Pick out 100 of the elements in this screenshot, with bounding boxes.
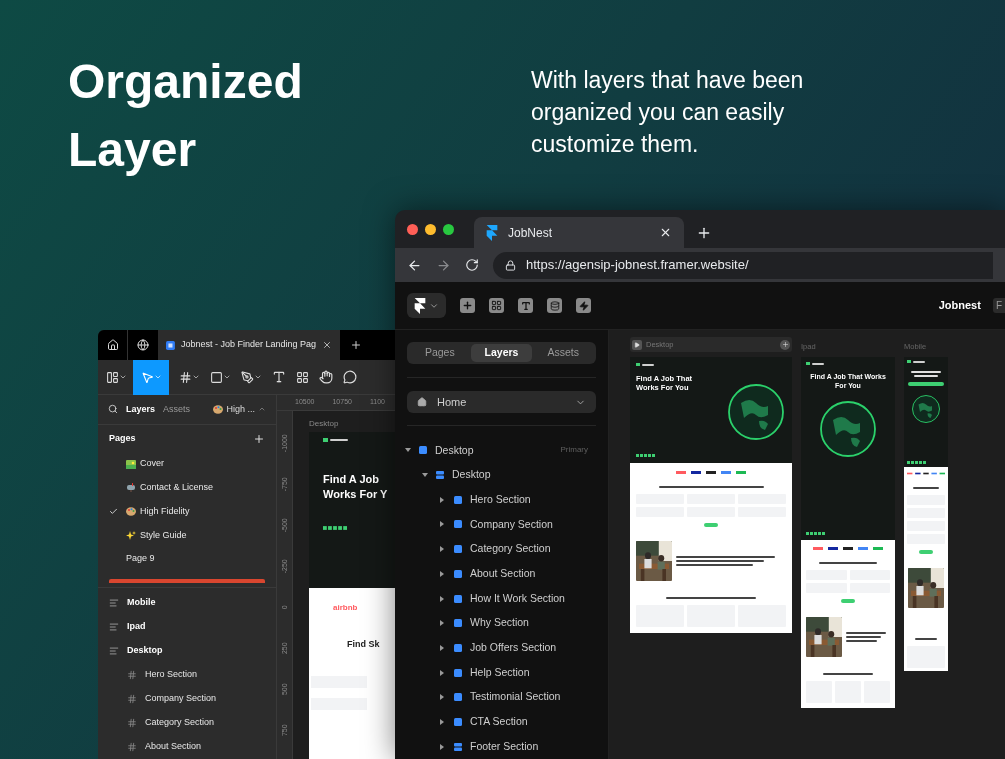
caret-right-icon[interactable] xyxy=(440,718,446,725)
insert-icon[interactable] xyxy=(460,298,475,313)
file-tab[interactable]: Jobnest - Job Finder Landing Pag xyxy=(158,330,340,360)
panel-tab[interactable]: Assets xyxy=(163,402,191,417)
move-tool-button[interactable] xyxy=(133,359,169,395)
page-item[interactable]: Cover xyxy=(98,452,276,477)
layer-row[interactable]: Footer Section xyxy=(395,734,608,759)
framer-logo-icon xyxy=(414,297,426,314)
layer-row[interactable]: Company Section xyxy=(98,687,276,711)
caret-down-icon[interactable] xyxy=(422,473,428,478)
layer-row[interactable]: Why Section xyxy=(395,610,608,636)
caret-right-icon[interactable] xyxy=(440,521,446,528)
page-item[interactable]: Page 9 xyxy=(98,547,276,572)
text-icon[interactable] xyxy=(518,298,533,313)
layer-row[interactable]: Job Offers Section xyxy=(395,635,608,661)
layer-row[interactable]: Category Section xyxy=(98,711,276,735)
layer-row[interactable]: Desktop xyxy=(395,462,608,488)
add-breakpoint-icon[interactable] xyxy=(780,339,790,350)
layer-row[interactable]: Ipad xyxy=(98,615,276,639)
maximize-window-button[interactable] xyxy=(443,223,454,235)
caret-right-icon[interactable] xyxy=(440,570,446,577)
page-item[interactable]: High Fidelity xyxy=(98,499,276,524)
file-icon xyxy=(166,339,175,351)
layer-row[interactable]: Hero Section xyxy=(98,663,276,687)
frame-tool-button[interactable] xyxy=(179,370,200,384)
caret-right-icon[interactable] xyxy=(440,546,446,553)
reload-icon[interactable] xyxy=(465,258,479,272)
close-icon[interactable] xyxy=(322,340,332,350)
database-icon[interactable] xyxy=(547,298,562,313)
layer-row[interactable]: Desktop xyxy=(98,639,276,663)
caret-right-icon[interactable] xyxy=(440,496,446,503)
frame-icon xyxy=(127,694,137,704)
layer-row[interactable]: How It Work Section xyxy=(395,586,608,611)
text-line xyxy=(914,375,938,377)
page-select[interactable]: Home xyxy=(407,391,596,414)
layer-name: About Section xyxy=(145,740,202,754)
text-line xyxy=(818,562,878,564)
components-icon[interactable] xyxy=(296,370,309,384)
layer-row[interactable]: Category Section xyxy=(395,536,608,562)
layout-icon[interactable] xyxy=(489,298,504,313)
address-bar[interactable]: https://agensip-jobnest.framer.website/ xyxy=(493,251,993,279)
back-icon[interactable] xyxy=(407,257,422,273)
lightning-icon[interactable] xyxy=(576,298,591,313)
framer-menu-button[interactable] xyxy=(407,293,446,318)
search-icon[interactable] xyxy=(108,404,118,415)
layer-row[interactable]: About Section xyxy=(395,561,608,587)
layer-row[interactable]: Desktop Primary xyxy=(395,438,608,463)
stack-icon xyxy=(436,471,444,480)
close-icon[interactable] xyxy=(659,226,672,239)
layer-row[interactable]: Mobile xyxy=(98,591,276,615)
play-icon[interactable] xyxy=(632,339,642,350)
plus-icon[interactable] xyxy=(253,432,265,445)
frame-icon xyxy=(454,545,462,554)
browser-tab[interactable]: JobNest xyxy=(474,217,684,248)
layer-row[interactable]: Help Section xyxy=(395,660,608,685)
frame-icon xyxy=(454,668,462,677)
layer-row[interactable]: Testimonial Section xyxy=(395,684,608,710)
text-tool-icon[interactable] xyxy=(272,370,286,384)
caret-right-icon[interactable] xyxy=(440,743,446,750)
panel-tab[interactable]: Layers xyxy=(126,402,156,417)
layer-row[interactable]: Company Section xyxy=(395,512,608,537)
hand-tool-icon[interactable] xyxy=(319,370,333,384)
text-line xyxy=(846,640,877,642)
url-text: https://agensip-jobnest.framer.website/ xyxy=(526,256,749,275)
frame-icon xyxy=(454,717,462,726)
frame-icon xyxy=(179,370,192,384)
rating-stars-drawing xyxy=(636,454,655,457)
panel-tab[interactable]: Layers xyxy=(470,344,533,363)
text-line xyxy=(914,638,938,640)
caret-right-icon[interactable] xyxy=(440,669,446,676)
page-selector[interactable]: High ... xyxy=(213,402,266,417)
shape-tool-button[interactable] xyxy=(210,370,231,384)
logo-icon xyxy=(323,438,328,442)
layer-row[interactable]: About Section xyxy=(98,735,276,759)
page-item[interactable]: Contact & License xyxy=(98,476,276,500)
text-line xyxy=(846,632,886,634)
minimize-window-button[interactable] xyxy=(425,223,436,235)
layer-row[interactable]: Hero Section xyxy=(395,487,608,513)
caret-down-icon[interactable] xyxy=(405,448,411,453)
layer-row[interactable]: CTA Section xyxy=(395,709,608,735)
company-logo: airbnb xyxy=(333,602,359,614)
plus-icon[interactable] xyxy=(350,339,362,351)
tab-title: JobNest xyxy=(508,224,553,242)
forward-icon[interactable] xyxy=(436,257,451,273)
page-item[interactable]: Style Guide xyxy=(98,523,276,548)
panel-tab[interactable]: Pages xyxy=(409,344,471,363)
caret-right-icon[interactable] xyxy=(440,620,446,627)
pen-tool-button[interactable] xyxy=(241,370,262,384)
caret-right-icon[interactable] xyxy=(440,644,446,651)
frame-icon xyxy=(454,495,462,504)
globe-drawing xyxy=(818,398,878,459)
text-line xyxy=(846,636,882,638)
layer-name: Hero Section xyxy=(470,491,531,507)
text-line xyxy=(912,487,940,489)
caret-right-icon[interactable] xyxy=(440,694,446,701)
caret-right-icon[interactable] xyxy=(440,595,446,602)
panel-tab[interactable]: Assets xyxy=(532,344,594,363)
main-menu-button[interactable] xyxy=(106,370,127,384)
close-window-button[interactable] xyxy=(407,223,418,235)
comment-icon[interactable] xyxy=(343,370,357,384)
